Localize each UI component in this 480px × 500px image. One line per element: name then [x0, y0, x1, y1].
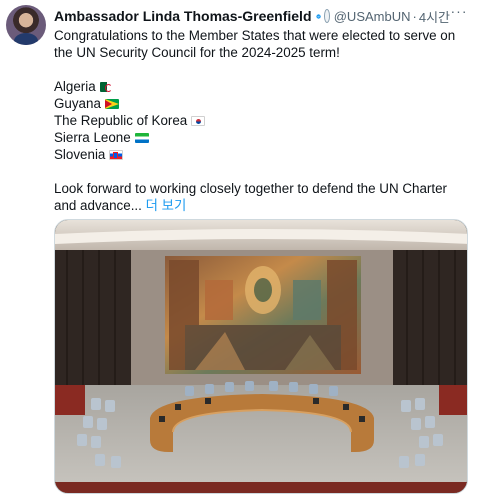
- show-more-link[interactable]: 더 보기: [146, 198, 187, 213]
- country-item: Guyana: [54, 95, 472, 112]
- country-item: Sierra Leone: [54, 129, 472, 146]
- country-item: Slovenia: [54, 146, 472, 163]
- country-name: Algeria: [54, 79, 96, 94]
- tweet-intro: Congratulations to the Member States tha…: [54, 28, 456, 60]
- guyana-flag-icon: [104, 98, 119, 109]
- author-name[interactable]: Ambassador Linda Thomas-Greenfield: [54, 8, 312, 24]
- country-name: Guyana: [54, 96, 101, 111]
- government-affiliation-icon: [323, 9, 330, 23]
- tweet[interactable]: Ambassador Linda Thomas-Greenfield @USAm…: [0, 0, 480, 500]
- tweet-timestamp[interactable]: 4시간: [419, 7, 450, 26]
- country-name: Slovenia: [54, 147, 106, 162]
- country-name: Sierra Leone: [54, 130, 131, 145]
- author-avatar[interactable]: [6, 5, 46, 45]
- security-council-chamber-photo: [55, 220, 467, 493]
- tweet-header: Ambassador Linda Thomas-Greenfield @USAm…: [54, 6, 450, 26]
- country-item: The Republic of Korea: [54, 112, 472, 129]
- author-handle[interactable]: @USAmbUN: [334, 9, 411, 24]
- sierra-leone-flag-icon: [134, 132, 149, 143]
- country-item: Algeria: [54, 78, 472, 95]
- algeria-flag-icon: [99, 81, 114, 92]
- slovenia-flag-icon: [109, 149, 124, 160]
- tweet-outro: Look forward to working closely together…: [54, 180, 472, 214]
- country-name: The Republic of Korea: [54, 113, 188, 128]
- tweet-outro-text: Look forward to working closely together…: [54, 181, 447, 213]
- more-options-icon[interactable]: ···: [448, 2, 470, 24]
- tweet-text: Congratulations to the Member States tha…: [54, 27, 472, 214]
- tweet-photo[interactable]: [54, 219, 468, 494]
- south-korea-flag-icon: [191, 115, 206, 126]
- separator-dot: ·: [412, 8, 417, 24]
- verified-badge-icon: [315, 13, 321, 19]
